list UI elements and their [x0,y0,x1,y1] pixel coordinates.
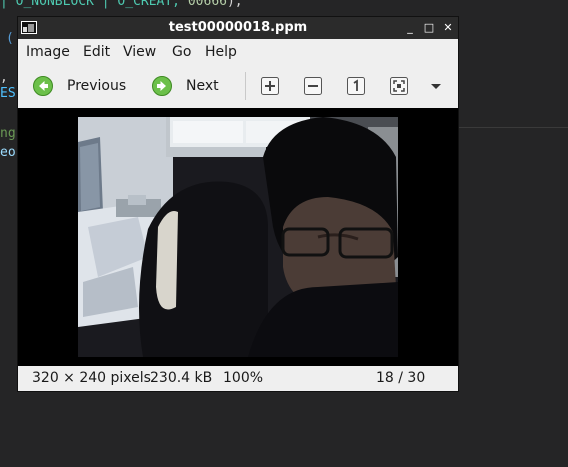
arrow-left-icon [33,76,53,96]
bg-code-paren: ( [6,31,14,46]
zoom-in-icon[interactable] [261,77,279,95]
minimize-button[interactable]: _ [402,20,418,36]
normal-size-icon[interactable] [347,77,365,95]
close-button[interactable]: ✕ [440,20,456,36]
bg-code-end: ); [226,0,243,9]
next-button[interactable]: Next [152,74,219,98]
chevron-down-icon[interactable] [431,84,441,89]
toolbar: Previous Next [18,64,458,109]
menu-go[interactable]: Go [172,44,191,60]
bg-divider [458,127,568,128]
bg-code-line: | O_NONBLOCK | O_CREAT, 00666); [0,0,243,10]
menu-view[interactable]: View [123,44,156,60]
toolbar-separator [245,72,246,100]
image-viewport[interactable] [18,108,458,366]
status-bar: 320 × 240 pixels 230.4 kB 100% 18 / 30 [18,366,458,391]
bg-code-eo: eo [0,145,16,160]
bg-code-ng: ng [0,126,16,141]
image-viewer-window: test00000018.ppm _ □ ✕ Image Edit View G… [18,17,458,391]
arrow-right-icon [152,76,172,96]
title-bar[interactable]: test00000018.ppm _ □ ✕ [18,17,458,39]
maximize-button[interactable]: □ [421,20,437,36]
previous-button[interactable]: Previous [33,74,126,98]
file-size: 230.4 kB [150,370,213,386]
bg-code-comma: , [0,70,8,85]
zoom-level: 100% [223,370,264,386]
image-position: 18 / 30 [376,370,426,386]
bg-code-number: 00666 [187,0,227,9]
menu-image[interactable]: Image [26,44,70,60]
zoom-out-icon[interactable] [304,77,322,95]
window-title: test00000018.ppm [168,20,308,35]
webcam-photo [78,117,398,357]
menu-bar: Image Edit View Go Help [18,39,458,64]
previous-label: Previous [67,78,127,94]
image-dimensions: 320 × 240 pixels [32,370,151,386]
next-label: Next [186,78,219,94]
fit-window-icon[interactable] [390,77,408,95]
menu-edit[interactable]: Edit [83,44,110,60]
bg-code-es: ES [0,86,16,101]
menu-help[interactable]: Help [205,44,237,60]
bg-code-text: | O_NONBLOCK | O_CREAT, [0,0,188,9]
